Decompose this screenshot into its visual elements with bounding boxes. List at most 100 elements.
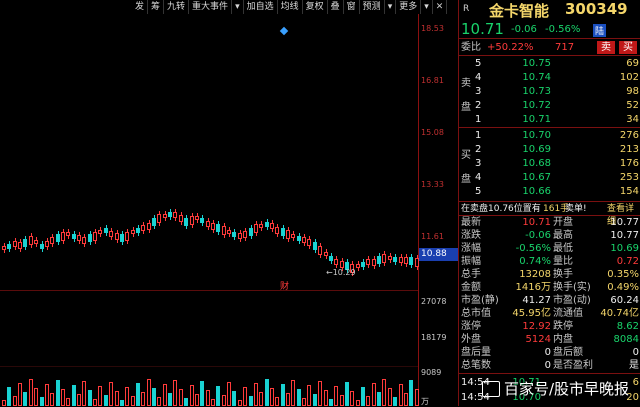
buy-order-row[interactable]: 2 10.69 213 bbox=[461, 143, 640, 156]
sell-level: 2 bbox=[475, 100, 482, 111]
volume-bar bbox=[190, 385, 194, 406]
quote-label: 外盘 bbox=[461, 334, 481, 345]
buy-level: 1 bbox=[475, 130, 482, 141]
price-axis-line bbox=[418, 14, 419, 406]
candle-body bbox=[136, 227, 140, 233]
buy-order-row[interactable]: 5 10.66 154 bbox=[461, 185, 640, 198]
candle-body bbox=[173, 212, 177, 218]
volume-bar bbox=[23, 392, 27, 406]
volume-bar bbox=[136, 383, 140, 406]
quote-label: 涨幅 bbox=[461, 243, 481, 254]
buy-price: 10.70 bbox=[522, 130, 551, 141]
quote-value: 是 bbox=[629, 360, 639, 371]
quote-value: 0 bbox=[544, 347, 551, 358]
sell-button[interactable]: 卖 bbox=[597, 41, 615, 54]
quote-value: 0.74% bbox=[519, 256, 551, 267]
candle-body bbox=[29, 235, 33, 245]
price-axis-label: 15.08 bbox=[421, 128, 444, 137]
sell-order-row[interactable]: 2 10.72 52 bbox=[461, 99, 640, 112]
volume-bar bbox=[227, 382, 231, 406]
quote-label: 最高 bbox=[553, 230, 573, 241]
stock-price: 10.71 bbox=[461, 20, 504, 38]
buy-button[interactable]: 买 bbox=[619, 41, 637, 54]
toolbar-add-watchlist[interactable]: 加自选 bbox=[244, 0, 278, 14]
quote-label: 盘后额 bbox=[553, 347, 583, 358]
quote-row: 涨停 12.92 跌停 8.62 bbox=[461, 320, 640, 333]
kline-chart-area[interactable]: 发 筹 九转 重大事件 ▾ 加自选 均线 复权 叠 窗 预测 ▾ 更多 ▾ ✕ … bbox=[0, 0, 459, 406]
financial-report-marker[interactable]: 财 bbox=[280, 279, 289, 292]
sell-order-row[interactable]: 1 10.71 34 bbox=[461, 113, 640, 126]
volume-gridline bbox=[0, 366, 418, 367]
dropdown-icon[interactable]: ▾ bbox=[385, 0, 397, 14]
volume-bar bbox=[238, 400, 242, 406]
volume-bar bbox=[66, 398, 70, 406]
forecast-marker-icon[interactable] bbox=[279, 26, 289, 36]
volume-bar bbox=[372, 383, 376, 406]
toolbar-overlay[interactable]: 叠 bbox=[328, 0, 344, 14]
candle-body bbox=[56, 234, 60, 242]
stock-name: 金卡智能 bbox=[489, 2, 550, 20]
buy-order-row[interactable]: 3 10.68 176 bbox=[461, 157, 640, 170]
volume-bar bbox=[259, 392, 263, 406]
toolbar-restore-rights[interactable]: 复权 bbox=[303, 0, 328, 14]
close-icon[interactable]: ✕ bbox=[433, 0, 448, 14]
weibi-row: 委比 +50.22% 717 卖 买 bbox=[461, 41, 640, 54]
volume-bar bbox=[275, 397, 279, 406]
volume-bar bbox=[206, 390, 210, 406]
buy-order-row[interactable]: 1 10.70 276 bbox=[461, 129, 640, 142]
volume-bar bbox=[29, 379, 33, 406]
candle-body bbox=[200, 217, 204, 223]
volume-bar bbox=[18, 383, 22, 406]
toolbar-chou[interactable]: 筹 bbox=[148, 0, 165, 14]
volume-bar bbox=[243, 387, 247, 406]
buy-price: 10.67 bbox=[522, 172, 551, 183]
volume-divider bbox=[0, 290, 418, 291]
quote-label: 涨停 bbox=[461, 321, 481, 332]
volume-bar bbox=[222, 395, 226, 406]
volume-bar bbox=[377, 392, 381, 406]
volume-bar bbox=[404, 393, 408, 406]
low-price-marker: ←10.29 bbox=[326, 268, 356, 277]
volume-bar bbox=[281, 384, 285, 406]
buy-price: 10.66 bbox=[522, 186, 551, 197]
candle-body bbox=[131, 230, 135, 234]
stock-code: 300349 bbox=[565, 0, 628, 18]
candle-body bbox=[286, 229, 290, 239]
toolbar-fa[interactable]: 发 bbox=[132, 0, 149, 14]
weibi-diff: 717 bbox=[555, 42, 575, 53]
candle-body bbox=[270, 223, 274, 229]
candle-body bbox=[50, 236, 54, 244]
toolbar-forecast[interactable]: 预测 bbox=[360, 0, 385, 14]
sell-order-row[interactable]: 3 10.73 98 bbox=[461, 85, 640, 98]
volume-bar bbox=[334, 386, 338, 406]
candle-body bbox=[265, 221, 269, 227]
toolbar-major-events[interactable]: 重大事件 bbox=[189, 0, 233, 14]
sell-level: 3 bbox=[475, 86, 482, 97]
sell-volume: 52 bbox=[626, 100, 639, 111]
candle-body bbox=[334, 259, 338, 265]
volume-bar bbox=[324, 390, 328, 406]
candle-body bbox=[23, 239, 27, 247]
dropdown-icon[interactable]: ▾ bbox=[232, 0, 244, 14]
dropdown-icon[interactable]: ▾ bbox=[421, 0, 433, 14]
toolbar-moving-average[interactable]: 均线 bbox=[278, 0, 303, 14]
volume-bar bbox=[40, 397, 44, 406]
price-axis-label: 16.81 bbox=[421, 76, 444, 85]
buy-order-row[interactable]: 4 10.67 253 bbox=[461, 171, 640, 184]
sell-order-row[interactable]: 4 10.74 102 bbox=[461, 71, 640, 84]
price-axis-label: 13.33 bbox=[421, 180, 444, 189]
toolbar-more[interactable]: 更多 bbox=[396, 0, 422, 14]
volume-bar bbox=[7, 387, 11, 406]
buy-level: 2 bbox=[475, 144, 482, 155]
candle-body bbox=[115, 232, 119, 240]
toolbar-jiuzhuan[interactable]: 九转 bbox=[164, 0, 190, 14]
sell-order-row[interactable]: 5 10.75 69 bbox=[461, 57, 640, 70]
candle-body bbox=[72, 233, 76, 239]
candle-body bbox=[238, 233, 242, 239]
candle-body bbox=[382, 253, 386, 263]
quote-value: 0.35% bbox=[607, 269, 639, 280]
volume-bar bbox=[34, 388, 38, 406]
candle-body bbox=[40, 243, 44, 249]
quote-label: 总笔数 bbox=[461, 360, 491, 371]
toolbar-window[interactable]: 窗 bbox=[344, 0, 360, 14]
